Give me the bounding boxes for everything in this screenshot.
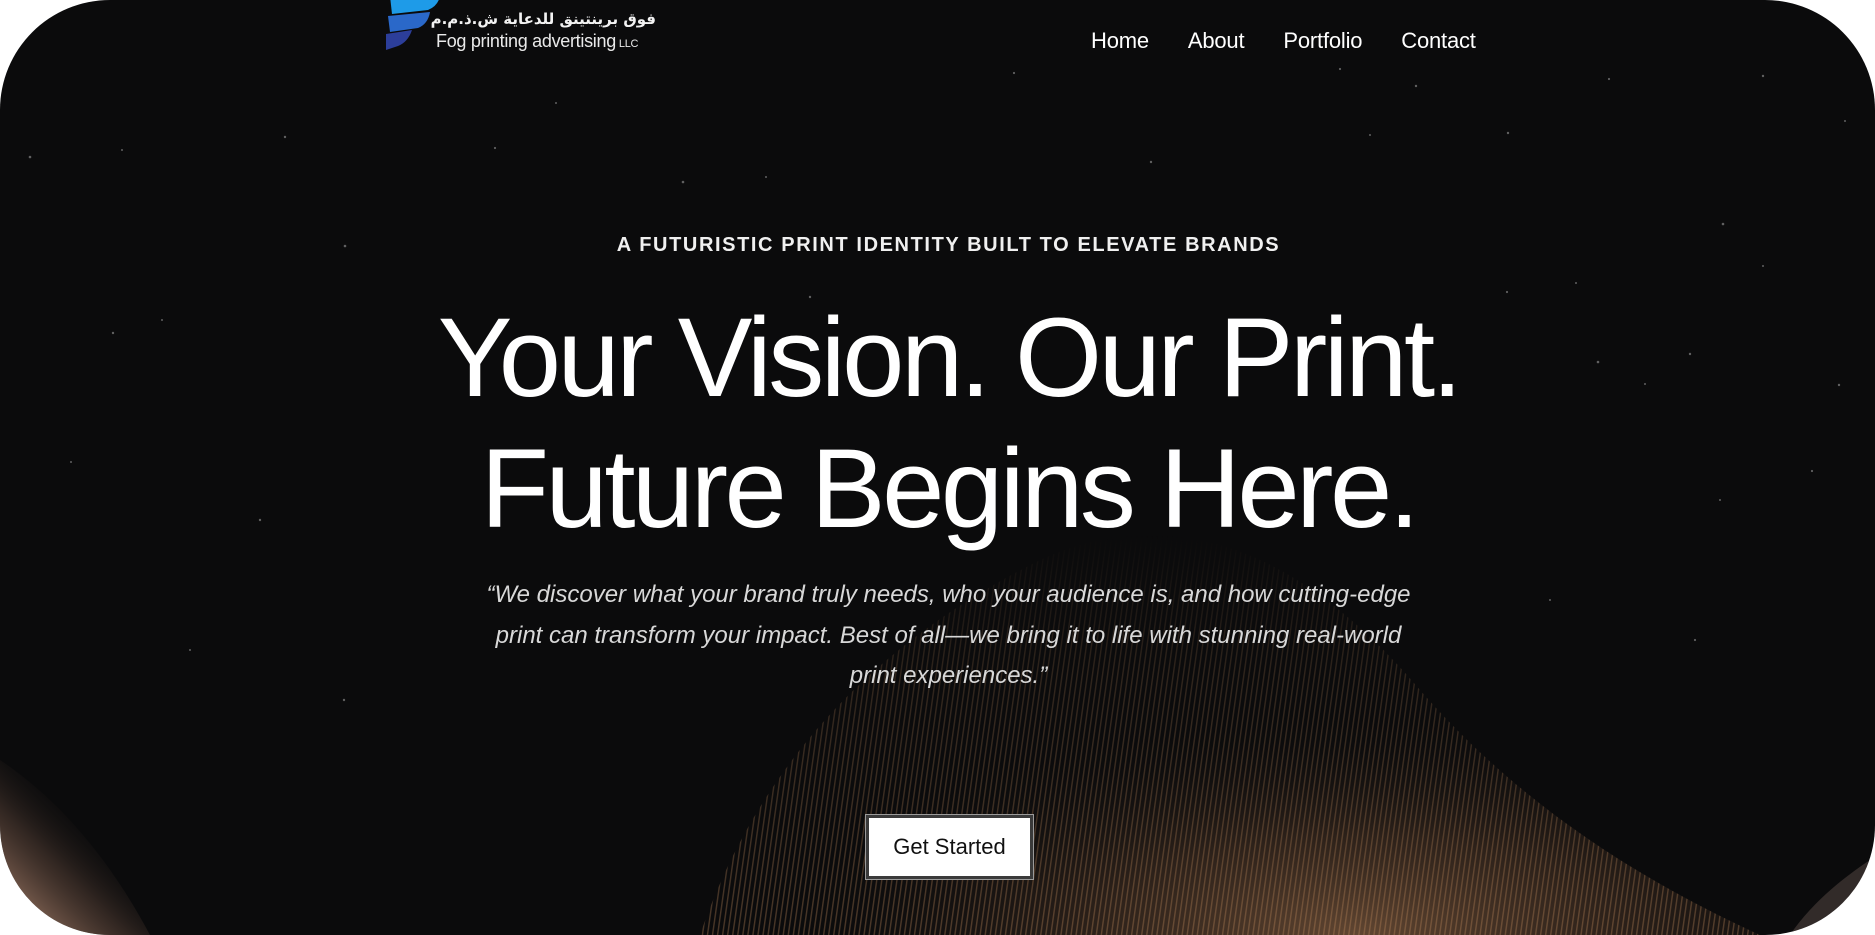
headline-line-1: Your Vision. Our Print.: [437, 295, 1463, 420]
logo-llc-suffix: LLC: [618, 38, 639, 50]
nav-about[interactable]: About: [1188, 28, 1245, 54]
logo-english-name: Fog printing advertising: [436, 31, 616, 51]
brand-logo[interactable]: فوق برينتينق للدعاية ش.ذ.م.م Fog printin…: [384, 0, 684, 62]
logo-english-text: Fog printing advertising LLC: [436, 31, 638, 52]
logo-arabic-text: فوق برينتينق للدعاية ش.ذ.م.م: [430, 10, 656, 28]
nav-contact[interactable]: Contact: [1401, 28, 1476, 54]
hero-quote: “We discover what your brand truly needs…: [486, 581, 1411, 689]
nav-portfolio[interactable]: Portfolio: [1283, 28, 1362, 54]
fog-logo-mark-icon: [386, 0, 439, 50]
hero-headline: Your Vision. Our Print. Future Begins He…: [0, 292, 1875, 554]
main-nav: Home About Portfolio Contact: [1091, 28, 1476, 54]
get-started-button[interactable]: Get Started: [865, 814, 1034, 880]
headline-line-2: Future Begins Here.: [480, 426, 1420, 551]
hero-eyebrow: A FUTURISTIC PRINT IDENTITY BUILT TO ELE…: [616, 234, 1281, 256]
hero-section: فوق برينتينق للدعاية ش.ذ.م.م Fog printin…: [0, 0, 1875, 935]
nav-home[interactable]: Home: [1091, 28, 1149, 54]
